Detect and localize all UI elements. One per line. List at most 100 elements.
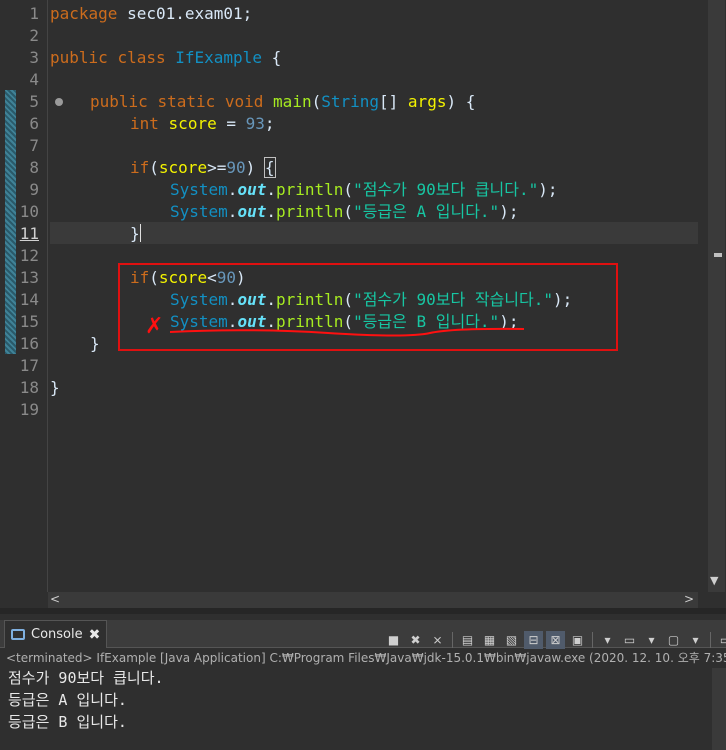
- code-token: .: [266, 180, 276, 199]
- code-token: args: [407, 92, 447, 111]
- line-number: 7: [29, 136, 39, 155]
- new-console-button[interactable]: ▢: [664, 631, 683, 649]
- code-line[interactable]: System.out.println("점수가 90보다 큽니다.");: [170, 179, 558, 201]
- code-token: ): [245, 158, 265, 177]
- code-line[interactable]: public static void main(String[] args) {: [90, 91, 475, 113]
- code-token: );: [538, 180, 558, 199]
- close-icon[interactable]: ✖: [89, 627, 101, 643]
- toolbar-separator: [592, 632, 593, 648]
- code-token: main: [273, 92, 312, 111]
- remove-all-button[interactable]: ⨯: [428, 631, 447, 649]
- code-token: =: [216, 114, 246, 133]
- overview-marker[interactable]: [714, 253, 722, 257]
- console-output-line: 등급은 A 입니다.: [8, 691, 127, 709]
- console-view: Console ✖ ■✖⨯▤▦▧⊟⊠▣▾▭▾▢▾▭▢ <terminated> …: [0, 608, 726, 750]
- open-console-dropdown[interactable]: ▾: [598, 631, 617, 649]
- code-token: 93: [245, 114, 265, 133]
- line-number: 12: [19, 246, 39, 265]
- line-number: 17: [19, 356, 39, 375]
- editor-vertical-scrollbar[interactable]: ▼: [698, 0, 726, 592]
- code-line[interactable]: public class IfExample {: [50, 47, 281, 69]
- line-number: 1: [29, 4, 39, 23]
- code-token: out: [237, 202, 267, 221]
- console-output-line: 등급은 B 입니다.: [8, 713, 127, 731]
- console-vertical-scrollbar[interactable]: [712, 668, 726, 750]
- tab-console[interactable]: Console ✖: [4, 620, 108, 648]
- code-token: ) {: [446, 92, 476, 111]
- code-token: void: [224, 92, 264, 111]
- line-number-gutter: 1 2 3 4 5 6 7 8 9 10 11 12 13 14 15 16 17 18 19: [16, 0, 63, 592]
- terminate-button[interactable]: ■: [384, 631, 403, 649]
- line-number: 10: [19, 202, 39, 221]
- toolbar-separator: [452, 632, 453, 648]
- terminated-status: <terminated> IfExample [Java Application…: [6, 651, 726, 665]
- code-line[interactable]: System.out.println("등급은 A 입니다.");: [170, 201, 518, 223]
- console-output[interactable]: 점수가 90보다 큽니다. 등급은 A 입니다. 등급은 B 입니다.: [8, 667, 708, 733]
- toolbar-separator: [710, 632, 711, 648]
- code-line[interactable]: }: [50, 377, 60, 399]
- code-token: .: [227, 180, 238, 199]
- code-line[interactable]: if(score>=90) {: [130, 157, 276, 179]
- line-number: 13: [19, 268, 39, 287]
- line-number: 19: [19, 400, 39, 419]
- code-token: class: [117, 48, 166, 67]
- code-token: .: [227, 202, 238, 221]
- code-token: System: [170, 202, 228, 221]
- open-console-button[interactable]: ▣: [568, 631, 587, 649]
- code-token: int: [130, 114, 159, 133]
- code-token: static: [157, 92, 216, 111]
- minimize-button[interactable]: ▭: [716, 631, 726, 649]
- scroll-track[interactable]: [708, 0, 725, 592]
- code-token: public: [50, 48, 108, 67]
- pin-console-button[interactable]: ⊟: [524, 631, 543, 649]
- code-token: System: [170, 180, 228, 199]
- code-token: }: [50, 378, 60, 397]
- code-token: (: [311, 92, 322, 111]
- scroll-left-arrow[interactable]: <: [50, 592, 60, 606]
- code-editor[interactable]: 1 2 3 4 5 6 7 8 9 10 11 12 13 14 15 16 17 18 19 package se…: [0, 0, 726, 608]
- word-wrap-button[interactable]: ▦: [480, 631, 499, 649]
- show-on-output-button[interactable]: ▧: [502, 631, 521, 649]
- display-console-button[interactable]: ▭: [620, 631, 639, 649]
- code-token: println: [275, 180, 344, 199]
- scroll-lock-button[interactable]: ▤: [458, 631, 477, 649]
- line-number: 4: [29, 70, 39, 89]
- line-number: 14: [19, 290, 39, 309]
- code-token: score: [168, 114, 217, 133]
- code-token: >=: [207, 158, 227, 177]
- console-output-line: 점수가 90보다 큽니다.: [8, 669, 164, 687]
- code-token: .: [266, 202, 276, 221]
- code-line[interactable]: }: [90, 333, 100, 355]
- code-line[interactable]: int score = 93;: [130, 113, 275, 135]
- code-token: score: [158, 158, 208, 177]
- line-number: 15: [19, 312, 39, 331]
- text-caret: [139, 224, 141, 242]
- line-number: 8: [29, 158, 39, 177]
- tab-console-label: Console: [31, 627, 83, 642]
- scroll-right-arrow[interactable]: >: [684, 592, 694, 606]
- code-token: IfExample: [175, 48, 262, 67]
- editor-horizontal-scrollbar[interactable]: < >: [48, 592, 698, 608]
- scroll-down-arrow[interactable]: ▼: [710, 574, 718, 587]
- code-line[interactable]: package sec01.exam01;: [50, 3, 252, 25]
- code-token: sec01.exam01;: [117, 4, 253, 23]
- code-token: (: [343, 180, 354, 199]
- code-token: }: [130, 224, 140, 243]
- new-console-dropdown[interactable]: ▾: [686, 631, 705, 649]
- code-token: String: [321, 92, 380, 111]
- line-number: 16: [19, 334, 39, 353]
- remove-launch-button[interactable]: ✖: [406, 631, 425, 649]
- line-number: 9: [29, 180, 39, 199]
- console-tab-bar: Console ✖ ■✖⨯▤▦▧⊟⊠▣▾▭▾▢▾▭▢: [0, 620, 726, 650]
- show-on-error-button[interactable]: ⊠: [546, 631, 565, 649]
- code-token: public: [90, 92, 148, 111]
- code-line[interactable]: }: [130, 223, 141, 245]
- annotation-x-mark: ✗: [145, 314, 164, 339]
- code-token: "점수가 90보다 큽니다.": [353, 180, 539, 199]
- display-console-dropdown[interactable]: ▾: [642, 631, 661, 649]
- code-token: package: [50, 4, 118, 23]
- console-toolbar: ■✖⨯▤▦▧⊟⊠▣▾▭▾▢▾▭▢: [384, 630, 726, 650]
